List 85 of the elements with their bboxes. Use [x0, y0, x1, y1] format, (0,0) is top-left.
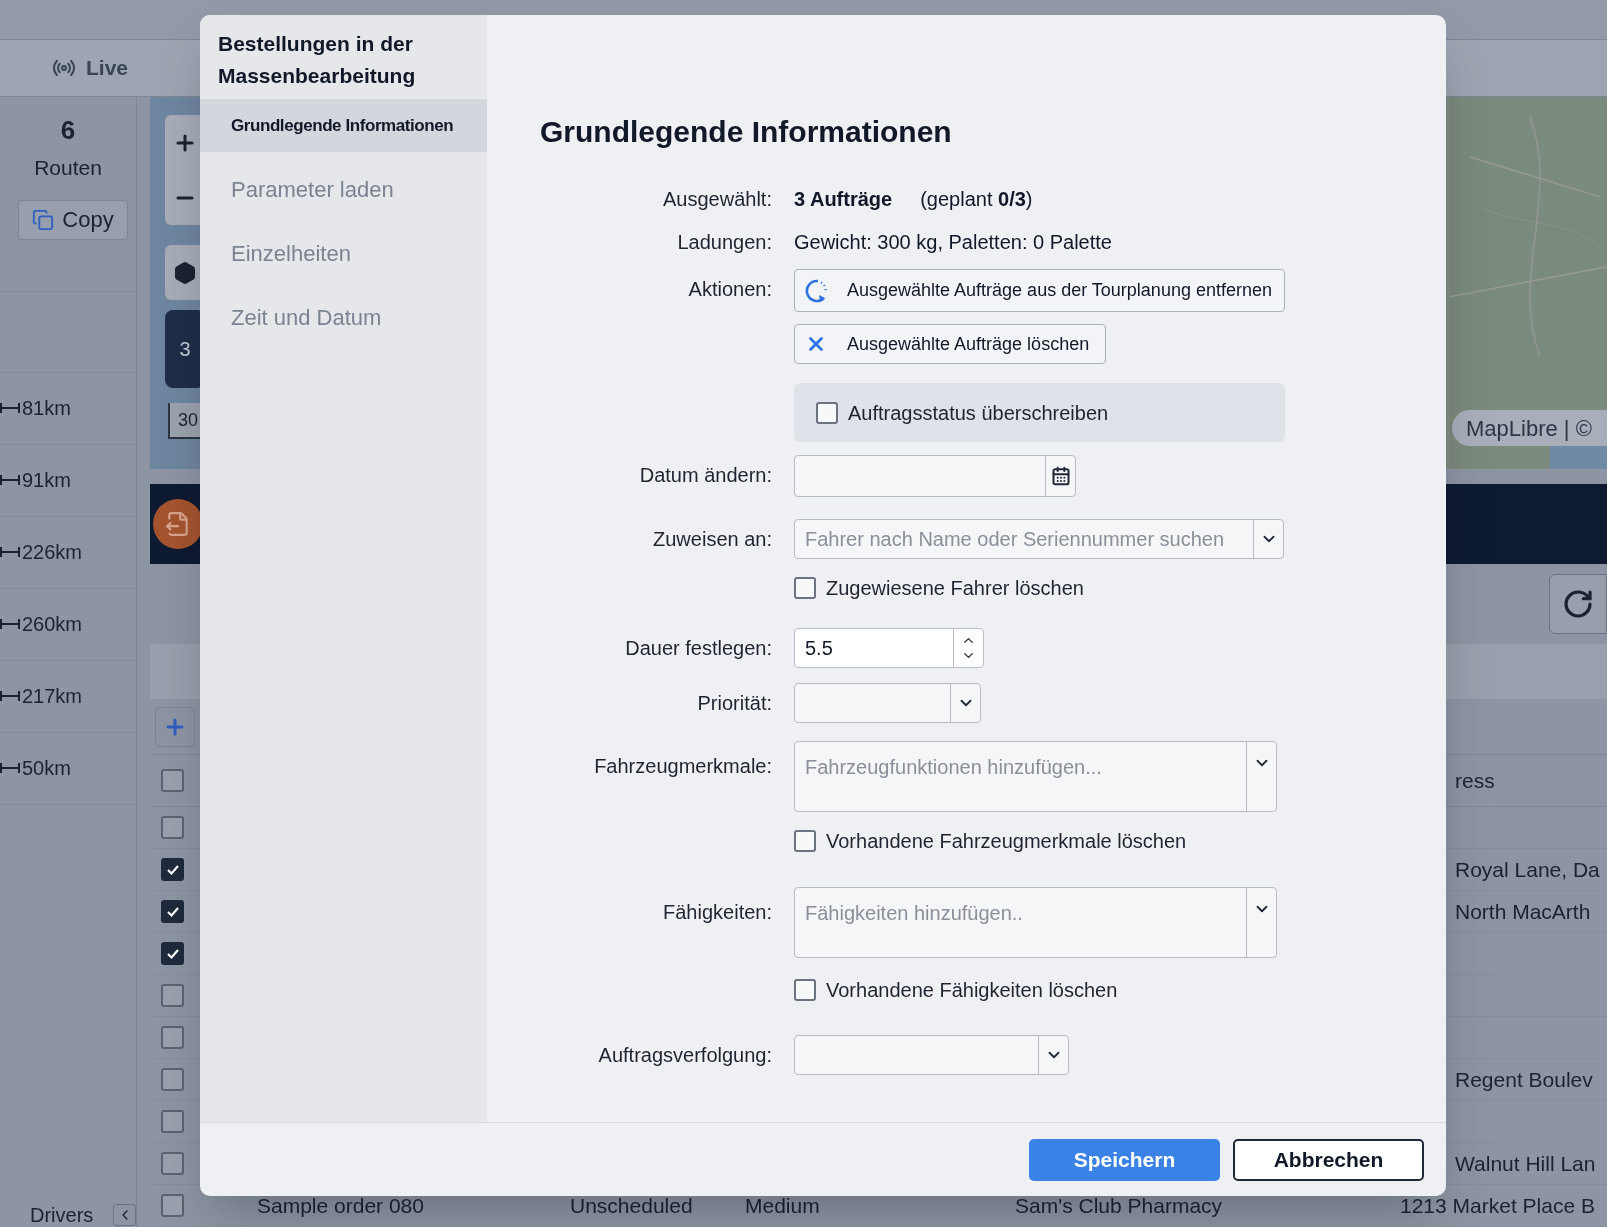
- route-distance: 91km: [22, 468, 71, 493]
- field-label: Fähigkeiten:: [662, 900, 772, 925]
- table-cell-text: Royal Lane, Da: [1455, 856, 1600, 883]
- hexagon-icon: [173, 260, 197, 285]
- checkbox[interactable]: [161, 900, 184, 923]
- checkbox[interactable]: [161, 816, 184, 839]
- field-label: Zuweisen an:: [652, 527, 772, 552]
- table-cell-text: Walnut Hill Lan: [1455, 1150, 1596, 1177]
- checkbox-label: Vorhandene Fahrzeugmerkmale löschen: [826, 829, 1187, 854]
- field-label: Ausgewählt:: [662, 187, 772, 212]
- table-cell-text: Sample order 080: [257, 1192, 425, 1219]
- multi-select-field[interactable]: Fähigkeiten hinzufügen..: [794, 887, 1277, 958]
- table-cell-text: Medium: [745, 1192, 821, 1219]
- checkbox[interactable]: [794, 577, 816, 599]
- copy-icon: [32, 208, 55, 231]
- checkbox[interactable]: [161, 984, 184, 1007]
- field-label: Auftragsverfolgung:: [597, 1043, 772, 1068]
- nav-item[interactable]: Parameter laden: [200, 163, 487, 216]
- export-icon[interactable]: [165, 511, 191, 538]
- routes-label: Routen: [34, 155, 102, 181]
- field-label: Fahrzeugmerkmale:: [593, 754, 772, 779]
- checkbox-label: Vorhandene Fähigkeiten löschen: [826, 978, 1118, 1003]
- table-cell-text: Unscheduled: [570, 1192, 694, 1219]
- collapse-button[interactable]: [113, 1204, 136, 1226]
- checkbox[interactable]: [816, 401, 838, 424]
- loads-value: Gewicht: 300 kg, Paletten: 0 Palette: [794, 230, 1113, 255]
- distance-icon: [0, 474, 20, 486]
- checkbox-label: Auftragsstatus überschreiben: [848, 400, 1109, 426]
- live-tab[interactable]: Live: [86, 52, 129, 84]
- date-field[interactable]: [794, 455, 1076, 497]
- save-button[interactable]: Speichern: [1029, 1138, 1220, 1181]
- checkbox[interactable]: [161, 858, 184, 881]
- delete-orders-button[interactable]: Ausgewählte Aufträge löschen: [794, 324, 1107, 364]
- route-distance: 50km: [22, 756, 71, 781]
- calendar-icon: [1050, 466, 1071, 486]
- route-distance: 81km: [22, 396, 71, 421]
- checkbox[interactable]: [161, 769, 184, 793]
- copy-button[interactable]: Copy: [18, 199, 128, 240]
- distance-icon: [0, 546, 20, 558]
- checkbox[interactable]: [161, 1068, 184, 1091]
- checkbox[interactable]: [161, 1026, 184, 1049]
- map-attribution[interactable]: MapLibre | ©: [1452, 410, 1607, 446]
- scheduled-note: (geplant 0/3): [920, 187, 1033, 212]
- distance-icon: [0, 690, 20, 702]
- field-label: Aktionen:: [687, 277, 772, 302]
- column-header: ress: [1455, 767, 1495, 794]
- field-label: Dauer festlegen:: [624, 636, 772, 661]
- duration-field[interactable]: 5.5: [794, 628, 984, 668]
- checkbox[interactable]: [161, 1152, 184, 1175]
- selected-count: 3 Aufträge: [794, 187, 893, 212]
- circular-arrow-icon: [803, 277, 829, 304]
- table-cell-text: North MacArth: [1455, 898, 1591, 925]
- dialog-title: Bestellungen in der Massenbearbeitung: [217, 31, 417, 89]
- checkbox[interactable]: [794, 979, 816, 1001]
- refresh-button[interactable]: [1549, 574, 1607, 635]
- cancel-button[interactable]: Abbrechen: [1233, 1138, 1424, 1181]
- route-distance: 260km: [22, 612, 83, 637]
- unschedule-orders-button[interactable]: Ausgewählte Aufträge aus der Tourplanung entfernen: [794, 269, 1285, 312]
- table-cell-text: Sam's Club Pharmacy: [1015, 1192, 1224, 1219]
- drivers-label: Drivers: [30, 1205, 94, 1225]
- checkbox[interactable]: [161, 942, 184, 965]
- checkbox[interactable]: [161, 1194, 184, 1217]
- route-distance: 217km: [22, 684, 83, 709]
- field-label: Datum ändern:: [638, 463, 772, 488]
- route-count: 6: [60, 114, 76, 147]
- checkbox-label: Zugewiesene Fahrer löschen: [826, 576, 1084, 601]
- nav-item[interactable]: Grundlegende Informationen: [200, 99, 487, 152]
- driver-select[interactable]: Fahrer nach Name oder Seriennummer suchen: [794, 519, 1284, 559]
- dropdown[interactable]: [794, 1035, 1069, 1075]
- distance-icon: [0, 402, 20, 414]
- checkbox[interactable]: [161, 1110, 184, 1133]
- table-cell-text: 1213 Market Place B: [1400, 1192, 1595, 1219]
- distance-icon: [0, 762, 20, 774]
- refresh-icon: [1562, 588, 1594, 621]
- field-label: Ladungen:: [676, 230, 772, 255]
- distance-icon: [0, 618, 20, 630]
- route-distance: 226km: [22, 540, 83, 565]
- dropdown[interactable]: [794, 683, 981, 723]
- section-heading: Grundlegende Informationen: [540, 114, 953, 150]
- field-label: Priorität:: [696, 691, 772, 716]
- add-button[interactable]: [155, 706, 195, 747]
- checkbox[interactable]: [794, 830, 816, 852]
- nav-item[interactable]: Einzelheiten: [200, 227, 487, 280]
- multi-select-field[interactable]: Fahrzeugfunktionen hinzufügen...: [794, 741, 1277, 812]
- table-cell-text: Regent Boulev: [1455, 1066, 1593, 1093]
